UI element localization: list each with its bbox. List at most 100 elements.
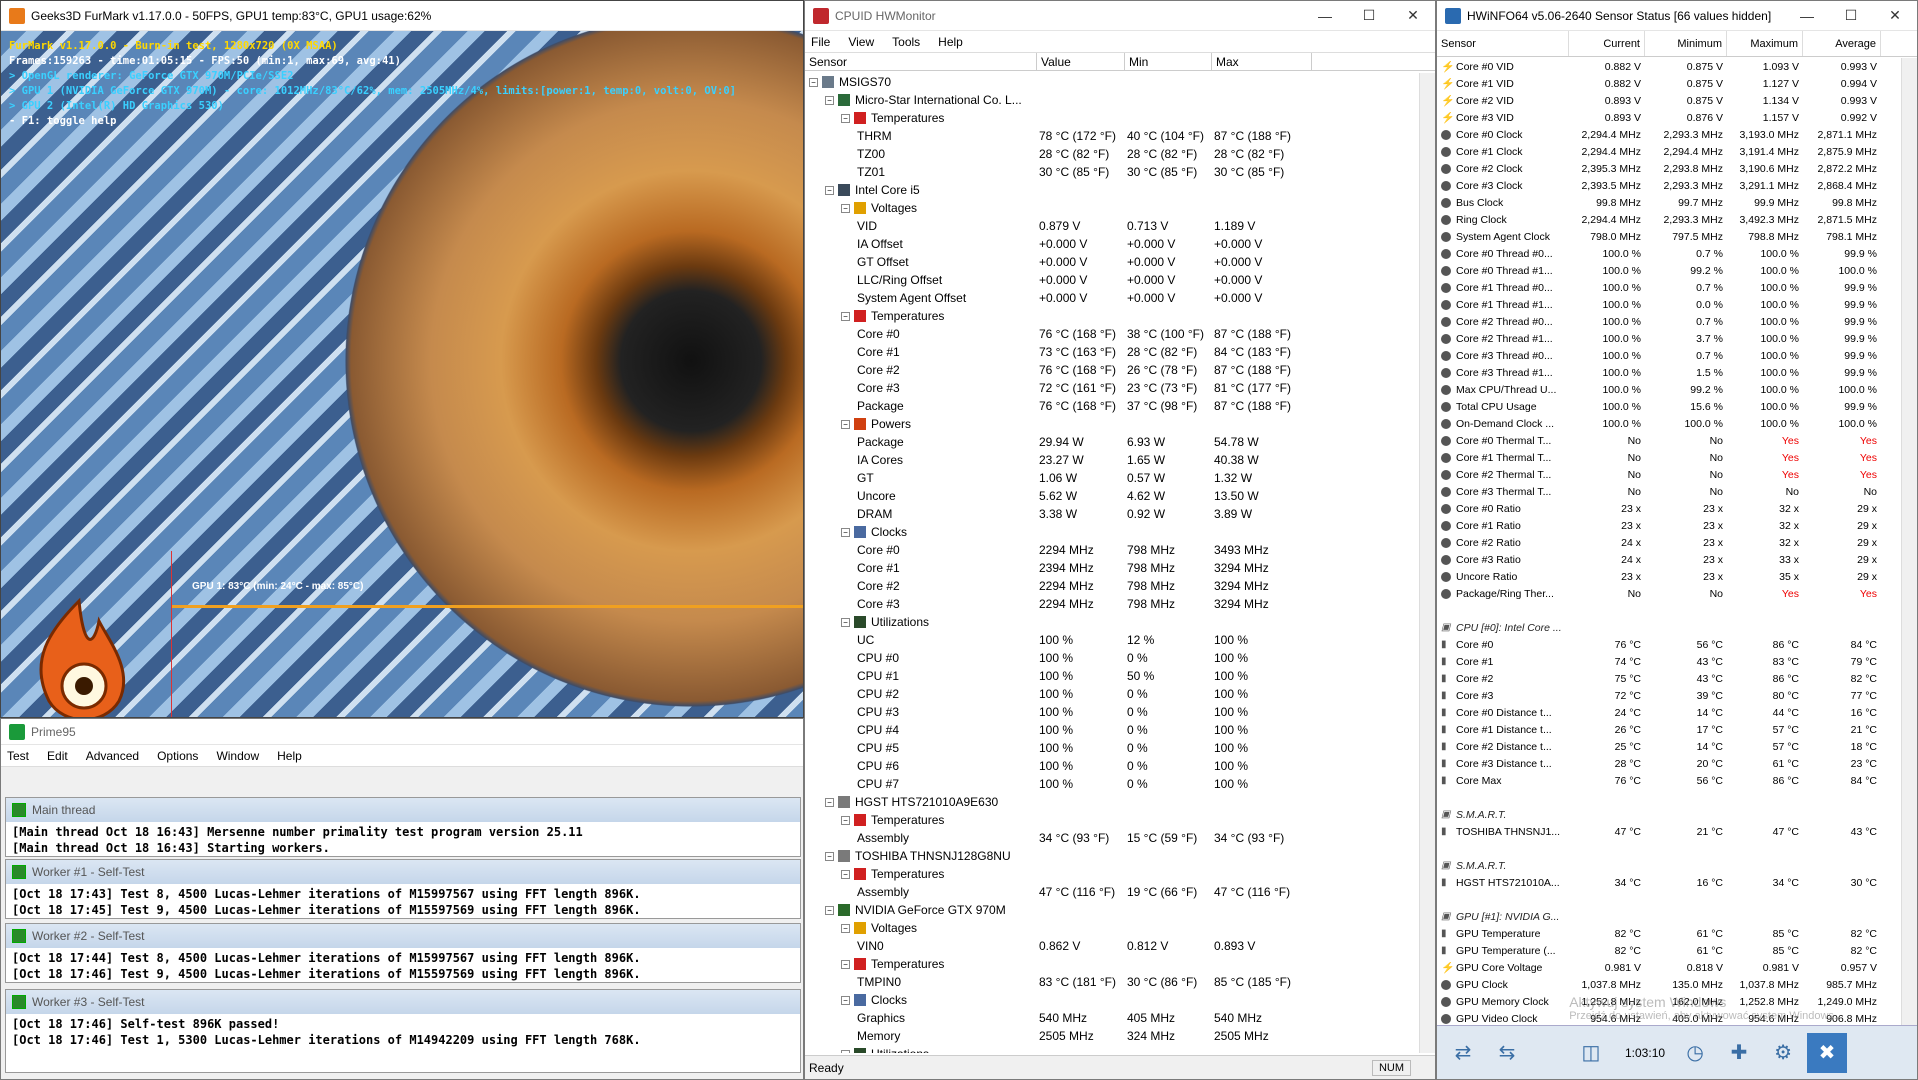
sensor-row[interactable]: ▮ Core #1 74 °C 43 °C 83 °C 79 °C (1437, 653, 1901, 670)
sensor-row[interactable]: − Clocks (805, 991, 1419, 1009)
sensor-row[interactable]: Core #1 Thread #0... 100.0 % 0.7 % 100.0 % 9… (1437, 279, 1901, 296)
sensor-row[interactable]: − Temperatures (805, 811, 1419, 829)
sensor-row[interactable]: VID 0.879 V 0.713 V 1.189 V (805, 217, 1419, 235)
sensor-row[interactable]: CPU #3 100 % 0 % 100 % (805, 703, 1419, 721)
sensor-group-header[interactable]: ▣ S.M.A.R.T. (1437, 806, 1901, 823)
network-icon[interactable]: ◫ (1571, 1033, 1611, 1073)
sensor-row[interactable]: ▮ Core #0 76 °C 56 °C 86 °C 84 °C (1437, 636, 1901, 653)
sensor-row[interactable]: ▮ Core #2 Distance t... 25 °C 14 °C 57 °C 18 … (1437, 738, 1901, 755)
sensor-row[interactable]: IA Cores 23.27 W 1.65 W 40.38 W (805, 451, 1419, 469)
maximize-button[interactable]: ☐ (1347, 1, 1391, 31)
column-header-maximum[interactable]: Maximum (1727, 31, 1803, 56)
sensor-row[interactable]: − Clocks (805, 523, 1419, 541)
sensor-row[interactable]: ▮ HGST HTS721010A... 34 °C 16 °C 34 °C 30 °C (1437, 874, 1901, 891)
sensor-row[interactable]: Core #0 2294 MHz 798 MHz 3493 MHz (805, 541, 1419, 559)
sensor-row[interactable]: ⚡ Core #2 VID 0.893 V 0.875 V 1.134 V 0.993 V (1437, 92, 1901, 109)
close-sensors-icon[interactable]: ✖ (1807, 1032, 1848, 1073)
sensor-row[interactable]: Core #1 Ratio 23 x 23 x 32 x 29 x (1437, 517, 1901, 534)
sensor-row[interactable]: Core #1 Thermal T... No No Yes Yes (1437, 449, 1901, 466)
child-window-titlebar[interactable]: Worker #3 - Self-Test (6, 990, 800, 1014)
collapse-toggle[interactable]: − (841, 923, 850, 933)
maximize-button[interactable]: ☐ (1829, 1, 1873, 31)
collapse-toggle[interactable]: − (809, 77, 818, 87)
collapse-toggle[interactable]: − (825, 185, 834, 195)
sensor-row[interactable]: Core #2 2294 MHz 798 MHz 3294 MHz (805, 577, 1419, 595)
sensor-row[interactable]: − Micro-Star International Co. L... (805, 91, 1419, 109)
sensor-row[interactable]: TZ01 30 °C (85 °F) 30 °C (85 °F) 30 °C (85 … (805, 163, 1419, 181)
sensor-row[interactable]: Core #1 73 °C (163 °F) 28 °C (82 °F) 84 °C … (805, 343, 1419, 361)
scroll-left-right-icon[interactable]: ⇄ (1443, 1033, 1483, 1073)
menu-item-tools[interactable]: Tools (892, 35, 920, 49)
sensor-row[interactable]: Package 29.94 W 6.93 W 54.78 W (805, 433, 1419, 451)
sensor-row[interactable]: GT Offset +0.000 V +0.000 V +0.000 V (805, 253, 1419, 271)
sensor-row[interactable]: ▮ Core #3 72 °C 39 °C 80 °C 77 °C (1437, 687, 1901, 704)
sensor-row[interactable]: ▮ Core #0 Distance t... 24 °C 14 °C 44 °C 16 … (1437, 704, 1901, 721)
sensor-row[interactable]: − Utilizations (805, 1045, 1419, 1053)
collapse-toggle[interactable]: − (841, 995, 850, 1005)
column-header-current[interactable]: Current (1569, 31, 1645, 56)
menu-item-help[interactable]: Help (938, 35, 963, 49)
sensor-row[interactable]: Core #0 Thread #1... 100.0 % 99.2 % 100.0 %… (1437, 262, 1901, 279)
prime95-titlebar[interactable]: Prime95 (1, 719, 803, 745)
collapse-toggle[interactable]: − (841, 869, 850, 879)
sensor-row[interactable]: − Utilizations (805, 613, 1419, 631)
sensor-row[interactable]: Core #3 Ratio 24 x 23 x 33 x 29 x (1437, 551, 1901, 568)
sensor-row[interactable]: CPU #1 100 % 50 % 100 % (805, 667, 1419, 685)
sensor-row[interactable]: Core #0 Clock 2,294.4 MHz 2,293.3 MHz 3,193… (1437, 126, 1901, 143)
add-report-icon[interactable]: ✚ (1719, 1033, 1759, 1073)
sensor-row[interactable]: Graphics 540 MHz 405 MHz 540 MHz (805, 1009, 1419, 1027)
sensor-row[interactable]: CPU #5 100 % 0 % 100 % (805, 739, 1419, 757)
collapse-toggle[interactable]: − (841, 203, 850, 213)
sensor-row[interactable]: ▮ Core Max 76 °C 56 °C 86 °C 84 °C (1437, 772, 1901, 789)
sensor-row[interactable]: Core #2 Clock 2,395.3 MHz 2,293.8 MHz 3,190… (1437, 160, 1901, 177)
hwmonitor-scrollbar[interactable] (1419, 73, 1435, 1053)
sensor-row[interactable]: Assembly 34 °C (93 °F) 15 °C (59 °F) 34 °C … (805, 829, 1419, 847)
sensor-row[interactable]: Package 76 °C (168 °F) 37 °C (98 °F) 87 °C … (805, 397, 1419, 415)
clock-icon[interactable]: ◷ (1675, 1033, 1715, 1073)
column-header-value[interactable]: Value (1037, 53, 1125, 70)
prime95-child-window[interactable]: Worker #3 - Self-Test [Oct 18 17:46] Self… (5, 989, 801, 1073)
prime95-child-window[interactable]: Worker #2 - Self-Test [Oct 18 17:44] Test… (5, 923, 801, 983)
sensor-row[interactable]: Package/Ring Ther... No No Yes Yes (1437, 585, 1901, 602)
sensor-row[interactable]: Bus Clock 99.8 MHz 99.7 MHz 99.9 MHz 99.8 MH… (1437, 194, 1901, 211)
sensor-row[interactable]: VIN0 0.862 V 0.812 V 0.893 V (805, 937, 1419, 955)
sensor-row[interactable]: System Agent Offset +0.000 V +0.000 V +0.00… (805, 289, 1419, 307)
sensor-row[interactable]: Core #2 Thermal T... No No Yes Yes (1437, 466, 1901, 483)
sensor-row[interactable]: Core #3 72 °C (161 °F) 23 °C (73 °F) 81 °C … (805, 379, 1419, 397)
sensor-row[interactable]: − HGST HTS721010A9E630 (805, 793, 1419, 811)
menu-item-file[interactable]: File (811, 35, 830, 49)
close-button[interactable]: ✕ (1391, 1, 1435, 31)
column-header-average[interactable]: Average (1803, 31, 1881, 56)
sensor-row[interactable]: Core #3 Thread #0... 100.0 % 0.7 % 100.0 % 9… (1437, 347, 1901, 364)
hwmonitor-titlebar[interactable]: CPUID HWMonitor — ☐ ✕ (805, 1, 1435, 31)
sensor-row[interactable]: ⚡ Core #0 VID 0.882 V 0.875 V 1.093 V 0.993 V (1437, 58, 1901, 75)
prime95-child-window[interactable]: Main thread [Main thread Oct 18 16:43] Me… (5, 797, 801, 857)
sensor-row[interactable]: On-Demand Clock ... 100.0 % 100.0 % 100.0 %… (1437, 415, 1901, 432)
sensor-row[interactable]: ⚡ Core #1 VID 0.882 V 0.875 V 1.127 V 0.994 V (1437, 75, 1901, 92)
sensor-row[interactable]: CPU #2 100 % 0 % 100 % (805, 685, 1419, 703)
collapse-toggle[interactable]: − (825, 905, 834, 915)
sensor-row[interactable]: Core #3 2294 MHz 798 MHz 3294 MHz (805, 595, 1419, 613)
sensor-row[interactable]: ▮ TOSHIBA THNSNJ1... 47 °C 21 °C 47 °C 43 °C (1437, 823, 1901, 840)
sensor-row[interactable]: Core #0 Thermal T... No No Yes Yes (1437, 432, 1901, 449)
sensor-row[interactable]: Core #3 Thermal T... No No No No (1437, 483, 1901, 500)
settings-gear-icon[interactable]: ⚙ (1763, 1033, 1803, 1073)
sensor-row[interactable]: DRAM 3.38 W 0.92 W 3.89 W (805, 505, 1419, 523)
minimize-button[interactable]: — (1303, 1, 1347, 31)
sensor-row[interactable]: Core #1 2394 MHz 798 MHz 3294 MHz (805, 559, 1419, 577)
sensor-row[interactable]: − Temperatures (805, 955, 1419, 973)
collapse-toggle[interactable]: − (841, 1049, 850, 1053)
hwmonitor-window[interactable]: CPUID HWMonitor — ☐ ✕ File View Tools Help … (804, 0, 1436, 1080)
sensor-row[interactable]: TZ00 28 °C (82 °F) 28 °C (82 °F) 28 °C (82 … (805, 145, 1419, 163)
sensor-row[interactable]: Core #3 Clock 2,393.5 MHz 2,293.3 MHz 3,291… (1437, 177, 1901, 194)
sensor-row[interactable]: ▮ Core #2 75 °C 43 °C 86 °C 82 °C (1437, 670, 1901, 687)
sensor-row[interactable]: − Temperatures (805, 307, 1419, 325)
sensor-row[interactable]: − Temperatures (805, 109, 1419, 127)
column-header-minimum[interactable]: Minimum (1645, 31, 1727, 56)
collapse-toggle[interactable]: − (841, 419, 850, 429)
sensor-row[interactable]: Ring Clock 2,294.4 MHz 2,293.3 MHz 3,492.3 … (1437, 211, 1901, 228)
sensor-row[interactable]: CPU #6 100 % 0 % 100 % (805, 757, 1419, 775)
sensor-row[interactable]: Core #2 76 °C (168 °F) 26 °C (78 °F) 87 °C … (805, 361, 1419, 379)
sensor-row[interactable]: − Voltages (805, 199, 1419, 217)
sensor-row[interactable]: − MSIGS70 (805, 73, 1419, 91)
